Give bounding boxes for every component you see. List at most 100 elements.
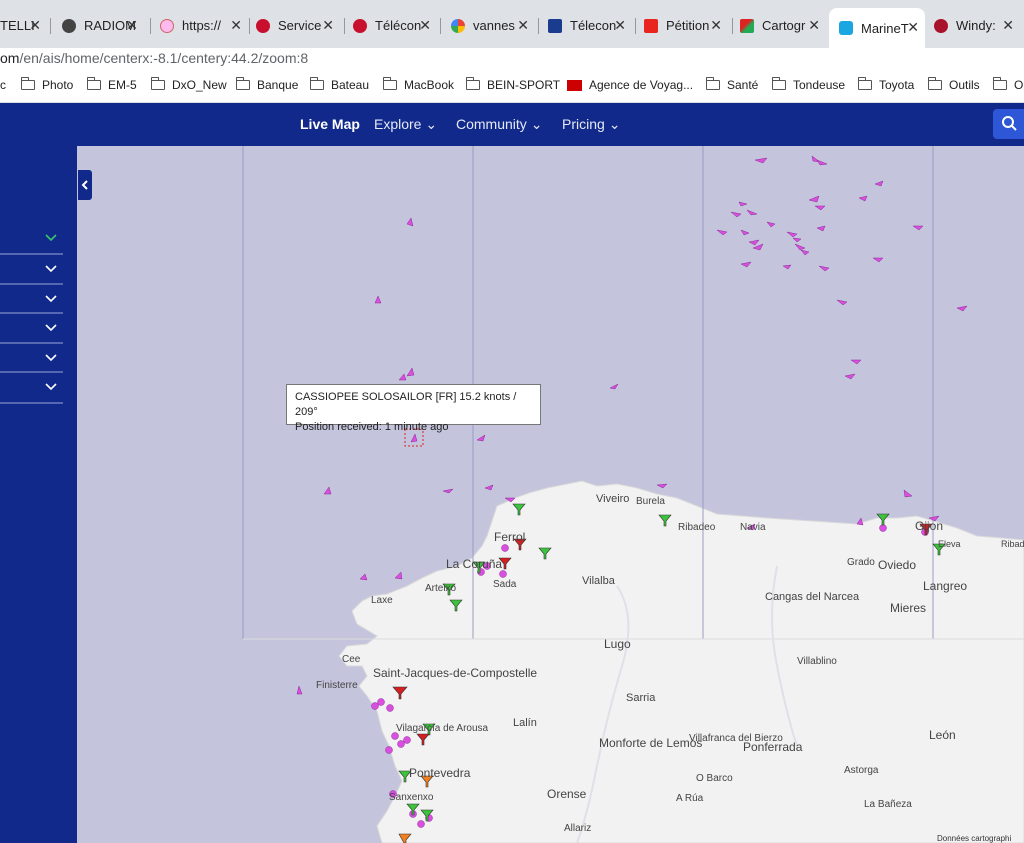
moored-vessel-marker[interactable] xyxy=(386,704,394,712)
browser-tab[interactable]: TELLI ✕ xyxy=(0,10,47,41)
close-tab-icon[interactable]: ✕ xyxy=(1002,17,1014,34)
bookmark-folder[interactable]: EM-5 xyxy=(86,77,137,92)
vessel-marker[interactable] xyxy=(656,483,668,489)
moored-vessel-marker[interactable] xyxy=(397,740,405,748)
live-map[interactable]: Viveiro Burela Ribadeo Navia Gijon Ferro… xyxy=(77,146,1024,843)
vessel-marker[interactable] xyxy=(296,685,303,695)
vessel-marker[interactable] xyxy=(406,217,414,227)
vessel-marker[interactable] xyxy=(748,239,760,246)
nav-live-map[interactable]: Live Map xyxy=(300,116,360,132)
bookmark-folder[interactable]: Outils xyxy=(927,77,980,92)
vessel-marker[interactable] xyxy=(782,264,792,270)
vessel-marker[interactable] xyxy=(792,237,802,243)
vessel-marker[interactable] xyxy=(609,383,619,390)
browser-tab[interactable]: Pétition ✕ xyxy=(644,10,728,41)
bookmark-folder[interactable]: O xyxy=(992,77,1023,92)
vessel-marker[interactable] xyxy=(836,299,848,306)
selected-vessel-marker[interactable] xyxy=(410,433,418,443)
close-tab-icon[interactable]: ✕ xyxy=(322,17,334,34)
bookmark-folder[interactable]: Toyota xyxy=(857,77,914,92)
moored-vessel-marker[interactable] xyxy=(371,702,379,710)
browser-tab[interactable]: Windy: ✕ xyxy=(934,10,1020,41)
vessel-marker[interactable] xyxy=(359,573,368,581)
bookmark-folder[interactable]: Photo xyxy=(20,77,73,92)
browser-tab[interactable]: https:// ✕ xyxy=(160,10,248,41)
moored-vessel-marker[interactable] xyxy=(501,544,509,552)
chevron-down-icon[interactable] xyxy=(45,354,57,362)
vessel-marker[interactable] xyxy=(858,195,868,202)
vessel-marker[interactable] xyxy=(406,367,415,377)
chevron-down-icon[interactable] xyxy=(45,234,57,242)
moored-vessel-marker[interactable] xyxy=(417,820,425,828)
bookmark-folder[interactable]: Tondeuse xyxy=(771,77,845,92)
nav-pricing[interactable]: Pricing ⌄ xyxy=(562,116,620,133)
bookmark-folder[interactable]: DxO_New xyxy=(150,77,227,92)
vessel-marker[interactable] xyxy=(740,261,752,268)
vessel-marker[interactable] xyxy=(476,434,486,442)
vessel-marker[interactable] xyxy=(874,180,884,187)
vessel-marker[interactable] xyxy=(374,295,382,304)
close-tab-icon[interactable]: ✕ xyxy=(126,17,138,34)
vessel-marker[interactable] xyxy=(730,211,742,218)
vessel-marker[interactable] xyxy=(844,373,856,380)
moored-vessel-marker[interactable] xyxy=(403,736,411,744)
vessel-marker[interactable] xyxy=(912,225,924,231)
chevron-down-icon[interactable] xyxy=(45,265,57,273)
vessel-marker[interactable] xyxy=(738,201,748,207)
chevron-down-icon[interactable] xyxy=(45,295,57,303)
vessel-marker[interactable] xyxy=(794,243,806,251)
vessel-marker[interactable] xyxy=(716,229,728,236)
search-button[interactable] xyxy=(993,109,1024,139)
moored-vessel-marker[interactable] xyxy=(377,698,385,706)
browser-tab-active[interactable]: MarineT ✕ xyxy=(829,8,925,48)
close-tab-icon[interactable]: ✕ xyxy=(808,17,820,34)
vessel-marker[interactable] xyxy=(856,517,864,526)
vessel-marker[interactable] xyxy=(818,265,830,272)
address-bar[interactable]: om/en/ais/home/centerx:-8.1/centery:44.2… xyxy=(0,48,1024,72)
vessel-marker[interactable] xyxy=(740,229,750,236)
vessel-marker[interactable] xyxy=(394,571,403,580)
bookmark-folder[interactable]: Bateau xyxy=(309,77,369,92)
vessel-marker[interactable] xyxy=(766,221,776,228)
nav-explore[interactable]: Explore ⌄ xyxy=(374,116,437,133)
browser-tab[interactable]: vannes ✕ xyxy=(451,10,535,41)
browser-tab[interactable]: Télécon ✕ xyxy=(353,10,437,41)
chevron-down-icon[interactable] xyxy=(45,383,57,391)
close-tab-icon[interactable]: ✕ xyxy=(29,17,41,34)
nav-community[interactable]: Community ⌄ xyxy=(456,116,542,133)
vessel-marker[interactable] xyxy=(484,484,494,491)
close-tab-icon[interactable]: ✕ xyxy=(710,17,722,34)
moored-vessel-marker[interactable] xyxy=(499,570,507,578)
collapse-sidebar-button[interactable] xyxy=(78,170,92,200)
close-tab-icon[interactable]: ✕ xyxy=(614,17,626,34)
vessel-marker[interactable] xyxy=(850,359,862,365)
vessel-marker[interactable] xyxy=(816,159,828,166)
bookmark-item[interactable]: c xyxy=(0,78,6,92)
vessel-marker[interactable] xyxy=(786,231,798,238)
vessel-marker[interactable] xyxy=(754,157,768,164)
chevron-down-icon[interactable] xyxy=(45,324,57,332)
vessel-marker[interactable] xyxy=(323,486,332,495)
close-tab-icon[interactable]: ✕ xyxy=(907,19,919,36)
vessel-marker[interactable] xyxy=(808,195,820,203)
vessel-marker[interactable] xyxy=(814,205,826,211)
bookmark-folder[interactable]: BEIN-SPORT xyxy=(465,77,560,92)
vessel-marker[interactable] xyxy=(800,249,810,256)
browser-tab[interactable]: Télecon ✕ xyxy=(548,10,632,41)
browser-tab[interactable]: RADIOM ✕ xyxy=(62,10,144,41)
bookmark-item[interactable]: Agence de Voyag... xyxy=(567,78,693,92)
moored-vessel-marker[interactable] xyxy=(385,746,393,754)
close-tab-icon[interactable]: ✕ xyxy=(230,17,242,34)
vessel-marker[interactable] xyxy=(816,225,826,232)
browser-tab[interactable]: Service ✕ xyxy=(256,10,340,41)
bookmark-folder[interactable]: MacBook xyxy=(382,77,454,92)
vessel-marker[interactable] xyxy=(872,257,884,263)
moored-vessel-marker[interactable] xyxy=(879,524,887,532)
browser-tab[interactable]: Cartogr ✕ xyxy=(740,10,826,41)
vessel-marker[interactable] xyxy=(956,305,968,312)
bookmark-folder[interactable]: Banque xyxy=(235,77,298,92)
close-tab-icon[interactable]: ✕ xyxy=(517,17,529,34)
close-tab-icon[interactable]: ✕ xyxy=(419,17,431,34)
vessel-marker[interactable] xyxy=(746,209,758,216)
vessel-marker[interactable] xyxy=(398,373,407,381)
